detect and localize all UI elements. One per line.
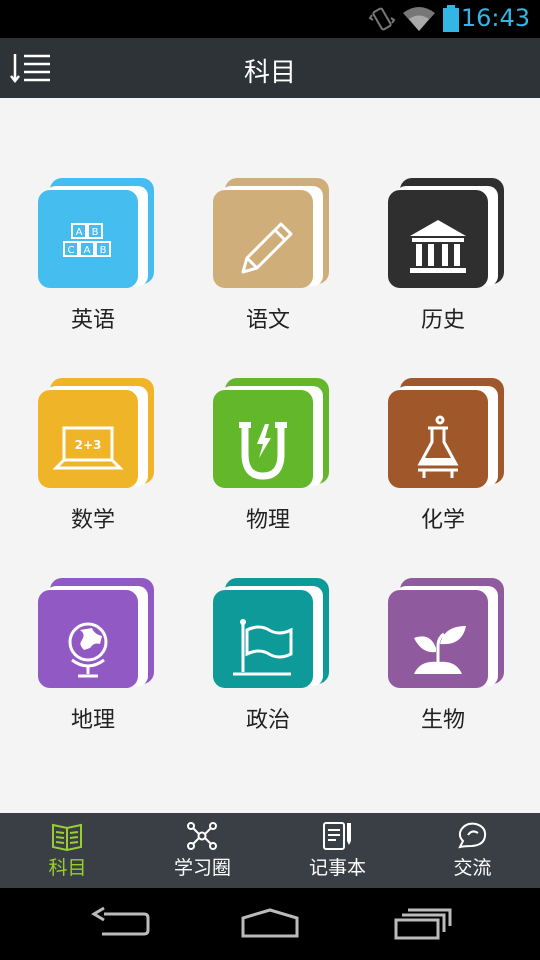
sprout-icon [414, 626, 466, 674]
book-cover: 2+3 [38, 374, 158, 494]
abc-blocks-icon: A B C A B [63, 223, 111, 257]
home-icon[interactable] [235, 906, 305, 942]
tab-label: 交流 [453, 857, 492, 879]
subject-label: 历史 [420, 308, 465, 333]
book-cover [213, 574, 333, 694]
subject-label: 化学 [420, 508, 465, 533]
magnet-icon [239, 422, 287, 480]
book-icon [52, 823, 82, 851]
wifi-icon [403, 7, 435, 31]
status-bar: 16:43 [0, 0, 540, 38]
flag-icon [233, 619, 293, 676]
subject-physics[interactable]: 物理 [193, 374, 333, 554]
subject-history[interactable]: 历史 [368, 174, 508, 354]
bottom-tab-bar: 科目 学习圈 记事本 交流 [0, 813, 540, 888]
tab-label: 科目 [48, 857, 87, 879]
page-title: 科目 [243, 58, 296, 88]
tab-label: 学习圈 [173, 857, 231, 879]
vibrate-icon [368, 7, 396, 31]
book-cover [388, 174, 508, 294]
tab-subjects[interactable]: 科目 [0, 813, 135, 888]
tab-chat[interactable]: 交流 [405, 813, 540, 888]
subject-politics[interactable]: 政治 [193, 574, 333, 754]
chat-bubble-icon [458, 822, 487, 849]
svg-text:C: C [68, 245, 75, 256]
tab-notebook[interactable]: 记事本 [270, 813, 405, 888]
subject-grid: A B C A B 英语 语文 历史 2+3 数学 物理 化学 地理 政治 生物 [0, 98, 540, 813]
tab-label: 记事本 [308, 857, 366, 879]
subject-english[interactable]: A B C A B 英语 [18, 174, 158, 354]
subject-label: 英语 [70, 308, 115, 333]
book-cover [38, 574, 158, 694]
subject-geography[interactable]: 地理 [18, 574, 158, 754]
network-icon [187, 822, 217, 850]
svg-text:B: B [92, 227, 99, 238]
subject-label: 生物 [420, 708, 465, 733]
subject-label: 物理 [245, 508, 290, 533]
svg-text:A: A [84, 245, 91, 256]
subject-label: 政治 [245, 708, 290, 733]
subject-math[interactable]: 2+3 数学 [18, 374, 158, 554]
museum-icon [410, 220, 466, 273]
notebook-icon [323, 822, 351, 850]
subject-label: 语文 [245, 308, 290, 333]
subject-biology[interactable]: 生物 [368, 574, 508, 754]
navigation-bar [0, 888, 540, 960]
svg-text:A: A [76, 227, 83, 238]
recent-apps-icon[interactable] [388, 906, 458, 942]
flask-icon [417, 415, 459, 478]
globe-icon [68, 622, 108, 678]
title-bar: 科目 [0, 38, 540, 98]
svg-text:2+3: 2+3 [75, 438, 102, 452]
clock: 16:43 [460, 4, 530, 32]
back-icon[interactable] [84, 906, 154, 942]
svg-text:B: B [100, 245, 107, 256]
book-cover [388, 574, 508, 694]
book-cover [388, 374, 508, 494]
pencil-icon [241, 222, 293, 274]
book-cover [213, 374, 333, 494]
subject-chinese[interactable]: 语文 [193, 174, 333, 354]
battery-icon [443, 5, 459, 32]
laptop-math-icon: 2+3 [52, 426, 124, 470]
subject-label: 数学 [70, 508, 115, 533]
book-cover [213, 174, 333, 294]
tab-study-circle[interactable]: 学习圈 [135, 813, 270, 888]
subject-chemistry[interactable]: 化学 [368, 374, 508, 554]
subject-label: 地理 [70, 708, 115, 733]
book-cover: A B C A B [38, 174, 158, 294]
